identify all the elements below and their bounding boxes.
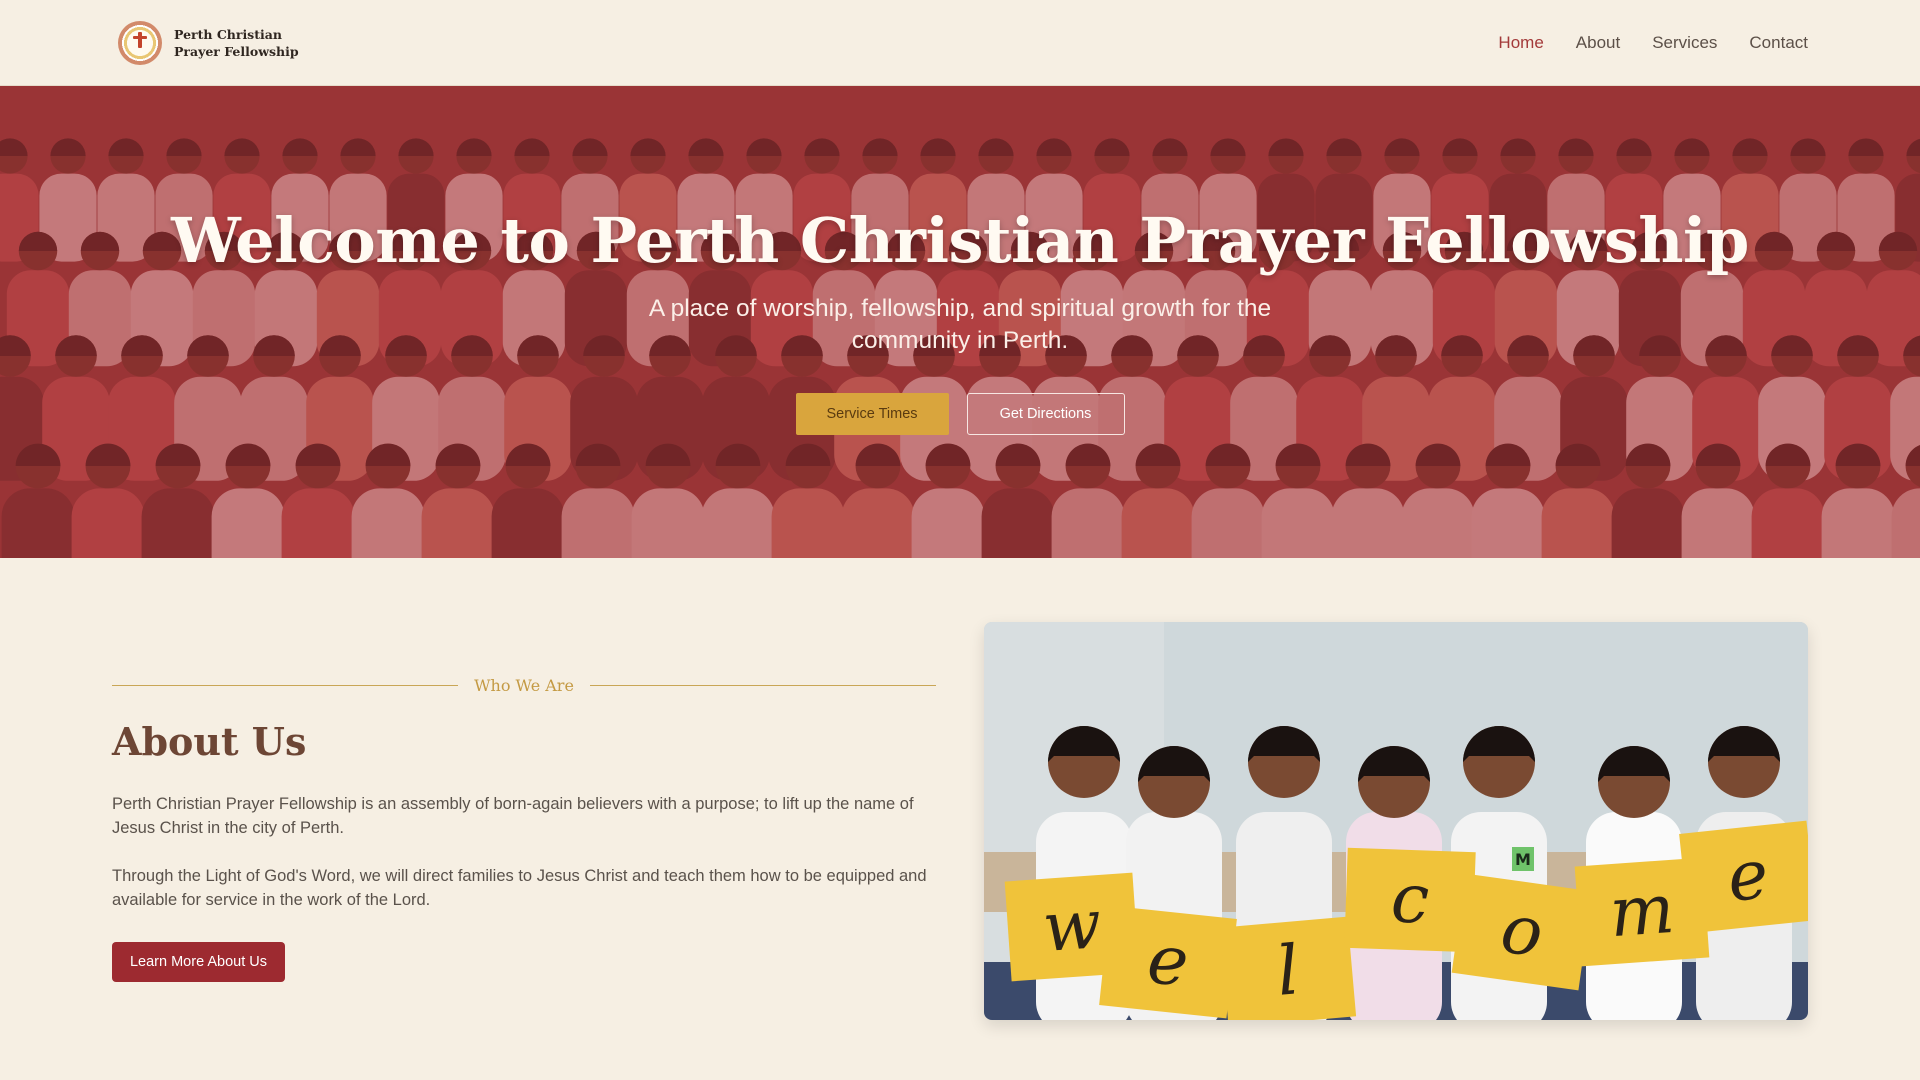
welcome-sign-letter: w [1040, 885, 1104, 968]
about-section: Who We Are About Us Perth Christian Pray… [112, 676, 936, 982]
brand-name: Perth Christian Prayer Fellowship [174, 26, 299, 60]
about-paragraph-1: Perth Christian Prayer Fellowship is an … [112, 795, 914, 837]
brand-line-2: Prayer Fellowship [174, 43, 299, 59]
welcome-sign-letter: e [1144, 920, 1192, 1003]
brand-line-1: Perth Christian [174, 26, 282, 42]
welcome-sign-letter: c [1390, 859, 1431, 939]
welcome-children-photo: welcomeM [984, 622, 1808, 1020]
welcome-sign-7: e [1679, 820, 1808, 934]
welcome-sign-3: l [1219, 916, 1357, 1020]
hero-title: Welcome to Perth Christian Prayer Fellow… [171, 204, 1749, 277]
welcome-sign-letter: m [1607, 870, 1677, 953]
brand[interactable]: Perth Christian Prayer Fellowship [118, 20, 299, 65]
welcome-sign-letter: e [1724, 835, 1772, 918]
eyebrow-row: Who We Are [112, 676, 936, 695]
hero-subtitle: A place of worship, fellowship, and spir… [648, 295, 1272, 354]
nav-about[interactable]: About [1576, 33, 1620, 53]
get-directions-button[interactable]: Get Directions [966, 393, 1125, 435]
welcome-photo-illustration: w e lc o m eM [984, 622, 1808, 1020]
nav-home[interactable]: Home [1498, 33, 1543, 53]
about-title: About Us [112, 719, 307, 764]
eyebrow-divider-left [112, 685, 459, 686]
welcome-sign-4: c [1344, 847, 1476, 953]
church-seal-logo-icon [118, 20, 162, 65]
main-nav: Home About Services Contact [1498, 33, 1808, 53]
nav-services[interactable]: Services [1652, 33, 1717, 53]
service-times-button[interactable]: Service Times [795, 393, 949, 435]
about-paragraph-2: Through the Light of God's Word, we will… [112, 867, 927, 909]
welcome-sign-5: o [1451, 873, 1593, 991]
hero-buttons: Service Times Get Directions [795, 393, 1125, 435]
hero-section: Welcome to Perth Christian Prayer Fellow… [0, 86, 1920, 558]
nav-contact[interactable]: Contact [1749, 33, 1808, 53]
eyebrow-label: Who We Are [474, 676, 574, 695]
name-badge-letter: M [1515, 850, 1531, 869]
hero-content: Welcome to Perth Christian Prayer Fellow… [0, 86, 1920, 558]
learn-more-button[interactable]: Learn More About Us [112, 942, 285, 982]
eyebrow-divider-right [589, 685, 936, 686]
site-header: Perth Christian Prayer Fellowship Home A… [0, 0, 1920, 86]
welcome-sign-2: e [1099, 905, 1237, 1019]
